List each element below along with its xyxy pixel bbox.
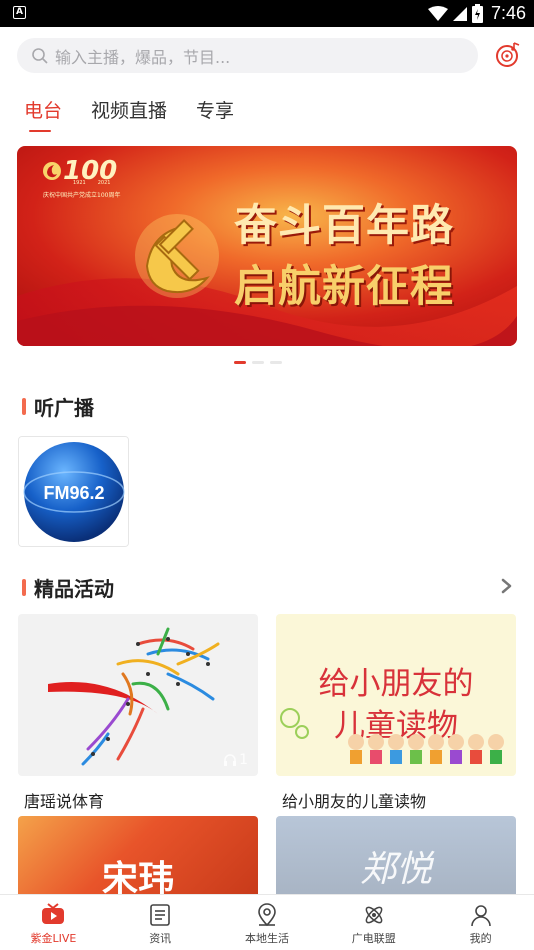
section-title-listen: 听广播 [22, 392, 94, 421]
logo-year-start: 1921 [73, 180, 86, 186]
search-placeholder: 输入主播，爆品，节目... [55, 47, 231, 67]
activity-card[interactable]: 郑悦 [276, 816, 516, 896]
nav-label: 我的 [469, 932, 492, 945]
nav-label: 紫金LIVE [30, 932, 77, 945]
party-emblem-icon [43, 162, 61, 180]
carousel-dot[interactable] [252, 361, 264, 364]
nav-news[interactable]: 资讯 [107, 895, 214, 950]
carousel-indicator [234, 361, 282, 364]
tv-play-icon [42, 903, 65, 924]
news-icon [150, 904, 170, 926]
nav-label: 广电联盟 [351, 932, 396, 945]
section-marker [22, 579, 26, 596]
bottom-nav: 紫金LIVE 资讯 本地生活 广电联盟 我的 [0, 894, 534, 950]
section-title-text: 听广播 [34, 396, 94, 420]
tab-radio[interactable]: 电台 [24, 96, 62, 136]
search-input[interactable]: 输入主播，爆品，节目... [17, 38, 478, 73]
activity-thumbnail: 1 [18, 614, 258, 776]
nav-zijin-live[interactable]: 紫金LIVE [0, 895, 107, 950]
logo-caption: 庆祝中国共产党成立100周年 [43, 192, 121, 199]
station-logo: FM96.2 [19, 437, 128, 546]
search-icon [32, 47, 48, 64]
section-marker [22, 398, 26, 415]
tab-bar: 电台 视频直播 专享 [24, 96, 234, 136]
vinyl-record-icon[interactable] [494, 41, 522, 69]
play-count: 1 [223, 752, 248, 768]
nav-label: 资讯 [149, 932, 172, 945]
activity-title: 给小朋友的儿童读物 [282, 792, 427, 811]
atom-icon [365, 906, 383, 924]
nav-me[interactable]: 我的 [427, 895, 534, 950]
radio-station-card[interactable]: FM96.2 [18, 436, 129, 547]
activity-card[interactable]: 宋玮 [18, 816, 258, 896]
children-illustration [280, 708, 504, 764]
thumbnail-text: 宋玮 [101, 859, 174, 896]
activity-card[interactable]: 1 唐瑶说体育 [18, 614, 258, 812]
section-title-activities: 精品活动 [22, 573, 114, 602]
carousel-dot[interactable] [270, 361, 282, 364]
banner-headline-2: 启航新征程 [234, 262, 454, 312]
banner-carousel[interactable]: 100 1921 2021 庆祝中国共产党成立100周年 奋斗百年路 启航新征程 [17, 146, 517, 346]
tab-exclusive[interactable]: 专享 [196, 96, 234, 136]
tab-video-live[interactable]: 视频直播 [91, 96, 167, 136]
section-title-text: 精品活动 [34, 577, 114, 601]
activity-title: 唐瑶说体育 [24, 792, 105, 811]
station-logo-text: FM96.2 [43, 483, 104, 503]
logo-year-end: 2021 [97, 180, 111, 186]
clock: 7:46 [490, 3, 526, 23]
carousel-dot[interactable] [234, 361, 246, 364]
chevron-right-icon[interactable] [500, 577, 514, 595]
app-notification-icon: A [13, 6, 26, 19]
wifi-icon [427, 5, 448, 21]
play-count-value: 1 [239, 752, 248, 768]
centenary-logo: 100 1921 2021 庆祝中国共产党成立100周年 [43, 156, 129, 218]
battery-icon [471, 4, 483, 23]
status-bar: A 7:46 [0, 0, 534, 27]
runner-illustration [48, 627, 220, 766]
thumbnail-text: 郑悦 [359, 849, 432, 890]
location-icon [258, 903, 276, 927]
activity-thumbnail: 给小朋友的 儿童读物 [276, 614, 516, 776]
signal-icon [452, 6, 467, 21]
activity-card[interactable]: 给小朋友的 儿童读物 给小朋友的儿童读物 [276, 614, 516, 812]
user-icon [470, 905, 491, 927]
headphone-icon [224, 754, 237, 766]
nav-label: 本地生活 [244, 932, 289, 945]
nav-local-life[interactable]: 本地生活 [214, 895, 321, 950]
banner-headline-1: 奋斗百年路 [234, 201, 454, 251]
nav-broadcast-alliance[interactable]: 广电联盟 [320, 895, 427, 950]
